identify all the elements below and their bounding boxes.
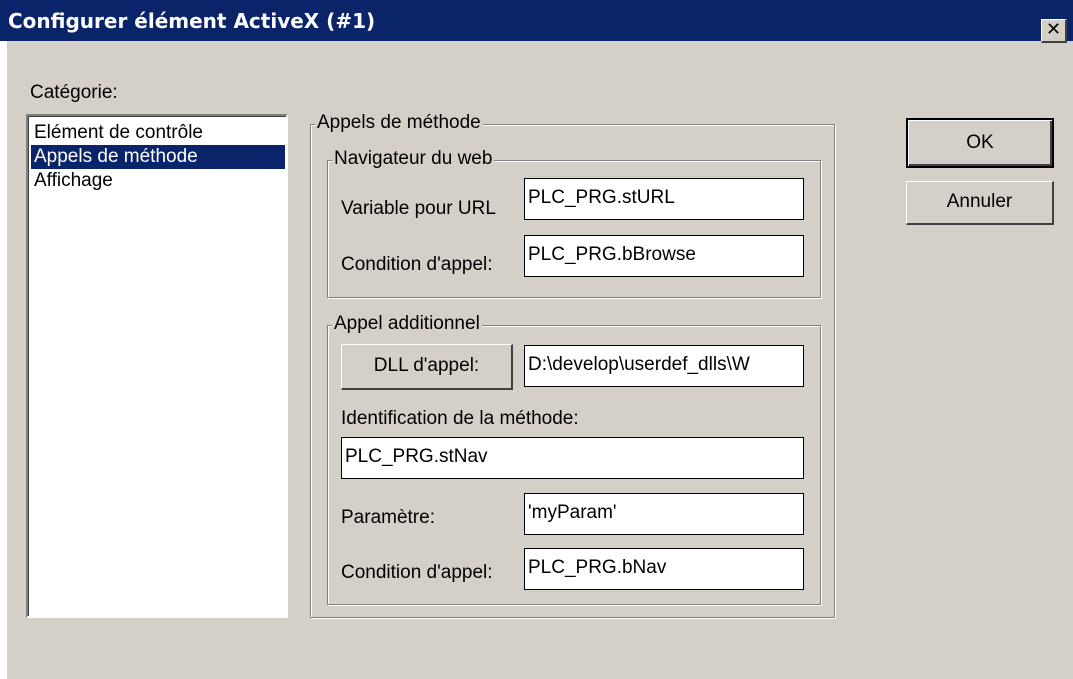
window-frame-edge xyxy=(0,41,7,679)
url-variable-field[interactable]: PLC_PRG.stURL xyxy=(524,178,804,220)
dll-path-field[interactable]: D:\develop\userdef_dlls\W xyxy=(524,345,804,387)
close-icon: ✕ xyxy=(1045,19,1062,40)
category-item-method-calls[interactable]: Appels de méthode xyxy=(31,145,285,169)
method-id-field[interactable]: PLC_PRG.stNav xyxy=(341,437,804,479)
method-id-label: Identification de la méthode: xyxy=(341,408,579,429)
dll-call-button[interactable]: DLL d'appel: xyxy=(341,344,513,390)
category-label: Catégorie: xyxy=(30,82,118,103)
web-browser-group-label: Navigateur du web xyxy=(332,147,495,171)
browse-condition-label: Condition d'appel: xyxy=(341,254,493,275)
url-variable-label: Variable pour URL xyxy=(341,198,496,219)
parameter-field[interactable]: 'myParam' xyxy=(524,493,804,535)
cancel-button[interactable]: Annuler xyxy=(906,181,1054,225)
method-calls-group-label: Appels de méthode xyxy=(315,111,483,135)
close-button[interactable]: ✕ xyxy=(1041,19,1067,43)
category-item-display[interactable]: Affichage xyxy=(31,169,285,193)
nav-condition-field[interactable]: PLC_PRG.bNav xyxy=(524,548,804,590)
category-list[interactable]: Elément de contrôle Appels de méthode Af… xyxy=(26,114,288,618)
browse-condition-field[interactable]: PLC_PRG.bBrowse xyxy=(524,235,804,277)
ok-button[interactable]: OK xyxy=(906,118,1054,168)
additional-call-group-label: Appel additionnel xyxy=(332,312,482,336)
title-bar[interactable]: Configurer élément ActiveX (#1) xyxy=(0,0,1073,41)
nav-condition-label: Condition d'appel: xyxy=(341,562,493,583)
category-item-control-element[interactable]: Elément de contrôle xyxy=(31,121,285,145)
parameter-label: Paramètre: xyxy=(341,507,435,528)
window-title: Configurer élément ActiveX (#1) xyxy=(8,9,376,33)
